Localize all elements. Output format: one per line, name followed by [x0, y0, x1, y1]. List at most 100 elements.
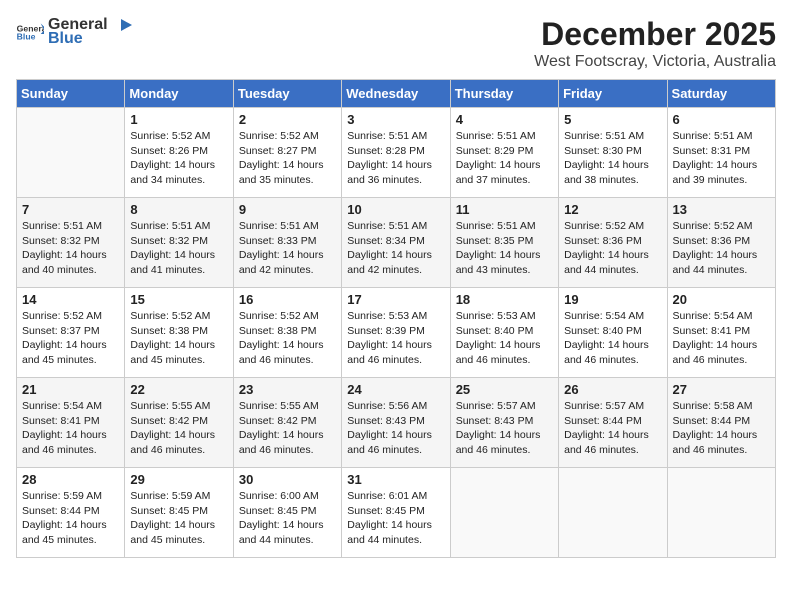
- day-number: 21: [22, 382, 119, 397]
- cell-info-line: Sunset: 8:32 PM: [22, 234, 119, 249]
- cell-info-line: Sunset: 8:40 PM: [564, 324, 661, 339]
- calendar-week-row: 28 Sunrise: 5:59 AM Sunset: 8:44 PM Dayligh…: [17, 468, 776, 558]
- calendar-cell: 24 Sunrise: 5:56 AMSunset: 8:43 PMDayligh…: [342, 378, 450, 468]
- title-area: December 2025 West Footscray, Victoria, …: [534, 16, 776, 71]
- calendar-cell: 21Sunrise: 5:54 AMSunset: 8:41 PMDayligh…: [17, 378, 125, 468]
- page-header: General Blue General Blue December 2025 …: [16, 16, 776, 71]
- cell-info-line: Sunset: 8:44 PM: [564, 414, 661, 429]
- day-header-thursday: Thursday: [450, 80, 558, 108]
- cell-info-line: Daylight: 14 hours: [22, 338, 119, 353]
- cell-info-line: Sunrise: 5:52 AM: [22, 309, 119, 324]
- location-title: West Footscray, Victoria, Australia: [534, 53, 776, 71]
- day-number: 16: [239, 292, 336, 307]
- cell-info: Sunrise: 5:57 AMSunset: 8:43 PMDaylight:…: [456, 399, 553, 458]
- cell-info-line: Daylight: 14 hours: [456, 428, 553, 443]
- cell-info-line: Sunrise: 5:51 AM: [456, 129, 553, 144]
- cell-info-line: and 39 minutes.: [673, 173, 770, 188]
- cell-info: Sunrise: 5:51 AMSunset: 8:33 PMDaylight:…: [239, 219, 336, 278]
- cell-info-line: Daylight: 14 hours: [456, 338, 553, 353]
- cell-info-line: Sunset: 8:35 PM: [456, 234, 553, 249]
- calendar-cell: 31Sunrise: 6:01 AMSunset: 8:45 PMDayligh…: [342, 468, 450, 558]
- cell-info-line: Sunset: 8:42 PM: [239, 414, 336, 429]
- cell-info-line: Daylight: 14 hours: [347, 428, 444, 443]
- cell-info-line: Daylight: 14 hours: [564, 158, 661, 173]
- cell-info-line: Sunset: 8:31 PM: [673, 144, 770, 159]
- cell-info-line: Sunrise: 5:51 AM: [239, 219, 336, 234]
- cell-info: Sunrise: 5:55 AMSunset: 8:42 PMDaylight:…: [130, 399, 227, 458]
- cell-info-line: Sunrise: 5:51 AM: [347, 129, 444, 144]
- cell-info-line: and 41 minutes.: [130, 263, 227, 278]
- cell-info-line: Sunrise: 5:54 AM: [673, 309, 770, 324]
- calendar-table: SundayMondayTuesdayWednesdayThursdayFrid…: [16, 79, 776, 558]
- day-number: 29: [130, 472, 227, 487]
- cell-info-line: Sunset: 8:44 PM: [22, 504, 119, 519]
- cell-info: Sunrise: 5:56 AMSunset: 8:43 PMDaylight:…: [347, 399, 444, 458]
- cell-info-line: Daylight: 14 hours: [239, 518, 336, 533]
- day-number: 28: [22, 472, 119, 487]
- cell-info: Sunrise: 5:51 AMSunset: 8:35 PMDaylight:…: [456, 219, 553, 278]
- cell-info-line: Sunrise: 5:52 AM: [239, 309, 336, 324]
- cell-info-line: Sunrise: 5:53 AM: [456, 309, 553, 324]
- day-number: 10: [347, 202, 444, 217]
- cell-info-line: Sunset: 8:41 PM: [22, 414, 119, 429]
- cell-info-line: Sunrise: 5:55 AM: [130, 399, 227, 414]
- cell-info-line: Sunrise: 5:59 AM: [130, 489, 227, 504]
- day-number: 9: [239, 202, 336, 217]
- cell-info-line: Sunset: 8:28 PM: [347, 144, 444, 159]
- calendar-cell: [450, 468, 558, 558]
- cell-info-line: Sunrise: 5:51 AM: [456, 219, 553, 234]
- cell-info-line: Sunset: 8:39 PM: [347, 324, 444, 339]
- day-number: 14: [22, 292, 119, 307]
- cell-info-line: Daylight: 14 hours: [347, 338, 444, 353]
- cell-info-line: and 42 minutes.: [239, 263, 336, 278]
- day-number: 17: [347, 292, 444, 307]
- cell-info-line: Sunset: 8:34 PM: [347, 234, 444, 249]
- day-number: 22: [130, 382, 227, 397]
- calendar-cell: 22 Sunrise: 5:55 AMSunset: 8:42 PMDayligh…: [125, 378, 233, 468]
- calendar-cell: 18Sunrise: 5:53 AMSunset: 8:40 PMDayligh…: [450, 288, 558, 378]
- calendar-cell: 2Sunrise: 5:52 AMSunset: 8:27 PMDaylight…: [233, 108, 341, 198]
- day-number: 18: [456, 292, 553, 307]
- calendar-cell: 26Sunrise: 5:57 AMSunset: 8:44 PMDayligh…: [559, 378, 667, 468]
- calendar-cell: 30Sunrise: 6:00 AMSunset: 8:45 PMDayligh…: [233, 468, 341, 558]
- day-number: 15: [130, 292, 227, 307]
- cell-info-line: and 46 minutes.: [456, 443, 553, 458]
- cell-info-line: and 46 minutes.: [673, 353, 770, 368]
- cell-info-line: Sunset: 8:41 PM: [673, 324, 770, 339]
- day-number: 5: [564, 112, 661, 127]
- cell-info-line: and 37 minutes.: [456, 173, 553, 188]
- cell-info-line: Sunrise: 5:54 AM: [564, 309, 661, 324]
- cell-info-line: Daylight: 14 hours: [130, 518, 227, 533]
- cell-info: Sunrise: 6:01 AMSunset: 8:45 PMDaylight:…: [347, 489, 444, 548]
- cell-info-line: Sunrise: 5:52 AM: [239, 129, 336, 144]
- cell-info-line: Sunrise: 6:00 AM: [239, 489, 336, 504]
- cell-info: Sunrise: 5:52 AMSunset: 8:37 PMDaylight:…: [22, 309, 119, 368]
- cell-info-line: Daylight: 14 hours: [564, 338, 661, 353]
- calendar-cell: 29Sunrise: 5:59 AMSunset: 8:45 PMDayligh…: [125, 468, 233, 558]
- logo-icon: General Blue: [16, 22, 44, 42]
- cell-info-line: Sunset: 8:36 PM: [673, 234, 770, 249]
- calendar-cell: 11 Sunrise: 5:51 AMSunset: 8:35 PMDayligh…: [450, 198, 558, 288]
- day-number: 13: [673, 202, 770, 217]
- calendar-cell: 14 Sunrise: 5:52 AMSunset: 8:37 PMDayligh…: [17, 288, 125, 378]
- cell-info-line: and 40 minutes.: [22, 263, 119, 278]
- cell-info-line: Daylight: 14 hours: [239, 158, 336, 173]
- cell-info-line: Daylight: 14 hours: [22, 428, 119, 443]
- cell-info-line: Sunset: 8:33 PM: [239, 234, 336, 249]
- day-number: 27: [673, 382, 770, 397]
- cell-info-line: Daylight: 14 hours: [673, 158, 770, 173]
- calendar-cell: 13 Sunrise: 5:52 AMSunset: 8:36 PMDayligh…: [667, 198, 775, 288]
- cell-info-line: and 46 minutes.: [456, 353, 553, 368]
- calendar-cell: 1Sunrise: 5:52 AMSunset: 8:26 PMDaylight…: [125, 108, 233, 198]
- cell-info-line: Daylight: 14 hours: [130, 338, 227, 353]
- cell-info-line: and 44 minutes.: [239, 533, 336, 548]
- day-number: 3: [347, 112, 444, 127]
- day-number: 30: [239, 472, 336, 487]
- day-number: 24: [347, 382, 444, 397]
- calendar-cell: 9 Sunrise: 5:51 AMSunset: 8:33 PMDaylight…: [233, 198, 341, 288]
- day-number: 11: [456, 202, 553, 217]
- cell-info: Sunrise: 5:57 AMSunset: 8:44 PMDaylight:…: [564, 399, 661, 458]
- cell-info: Sunrise: 5:52 AMSunset: 8:36 PMDaylight:…: [673, 219, 770, 278]
- day-header-tuesday: Tuesday: [233, 80, 341, 108]
- calendar-cell: 4Sunrise: 5:51 AMSunset: 8:29 PMDaylight…: [450, 108, 558, 198]
